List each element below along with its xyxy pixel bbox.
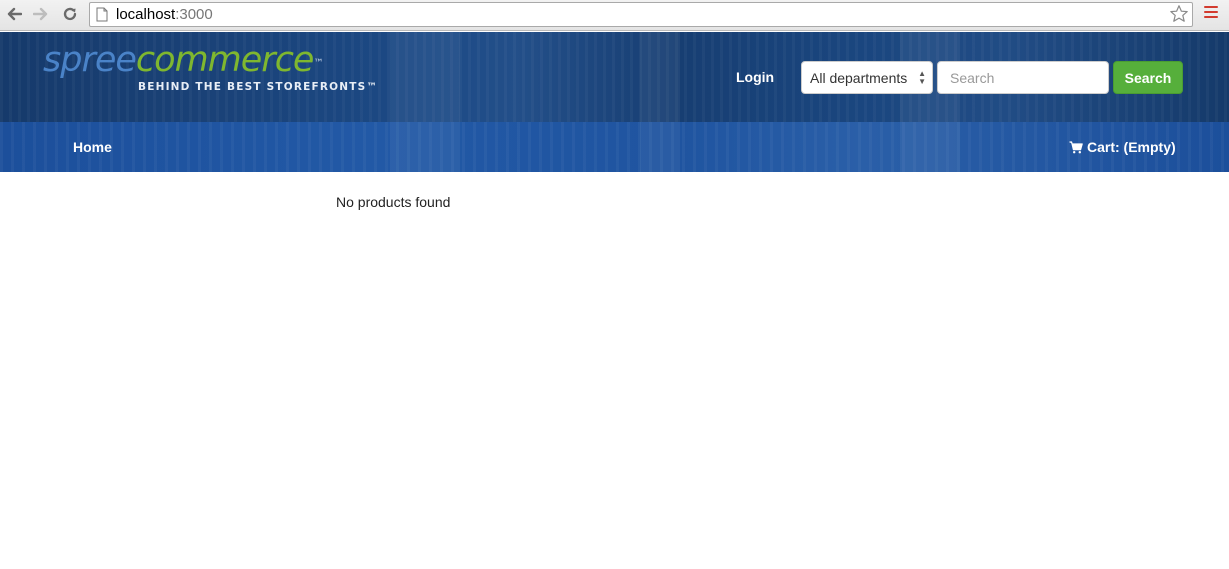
background-beam <box>390 32 460 172</box>
url-port: :3000 <box>175 6 213 23</box>
store-header: spreecommerce™ BEHIND THE BEST STOREFRON… <box>0 32 1229 172</box>
logo-tagline: BEHIND THE BEST STOREFRONTS™ <box>138 81 379 93</box>
url-host: localhost <box>116 6 176 23</box>
login-link[interactable]: Login <box>736 69 774 85</box>
arrow-left-icon[interactable] <box>4 4 24 24</box>
nav-home-link[interactable]: Home <box>73 139 112 155</box>
no-products-message: No products found <box>336 194 451 210</box>
page-icon <box>96 7 108 27</box>
search-button[interactable]: Search <box>1113 61 1183 94</box>
logo-trademark: ™ <box>313 58 323 69</box>
search-input[interactable] <box>937 61 1109 94</box>
select-arrows-icon: ▲ ▼ <box>918 69 926 86</box>
cart-label: Cart: (Empty) <box>1087 139 1176 155</box>
logo-word-commerce: commerce <box>135 40 315 80</box>
arrow-right-icon[interactable] <box>31 4 51 24</box>
star-icon[interactable] <box>1169 4 1189 29</box>
shopping-cart-icon <box>1069 140 1083 153</box>
url-text: localhost:3000 <box>116 7 213 23</box>
background-beam <box>900 32 960 172</box>
address-bar[interactable]: localhost:3000 <box>89 2 1193 27</box>
department-select[interactable]: All departments ▲ ▼ <box>801 61 933 94</box>
background-beam <box>640 32 680 172</box>
main-nav-bar <box>0 122 1229 172</box>
department-select-value: All departments <box>810 70 908 86</box>
menu-icon[interactable] <box>1204 6 1218 20</box>
store-logo[interactable]: spreecommerce™ BEHIND THE BEST STOREFRON… <box>43 40 377 93</box>
cart-link[interactable]: Cart: (Empty) <box>1069 139 1176 155</box>
logo-word-spree: spree <box>43 40 137 80</box>
browser-toolbar: localhost:3000 <box>0 0 1229 31</box>
reload-icon[interactable] <box>60 4 80 24</box>
